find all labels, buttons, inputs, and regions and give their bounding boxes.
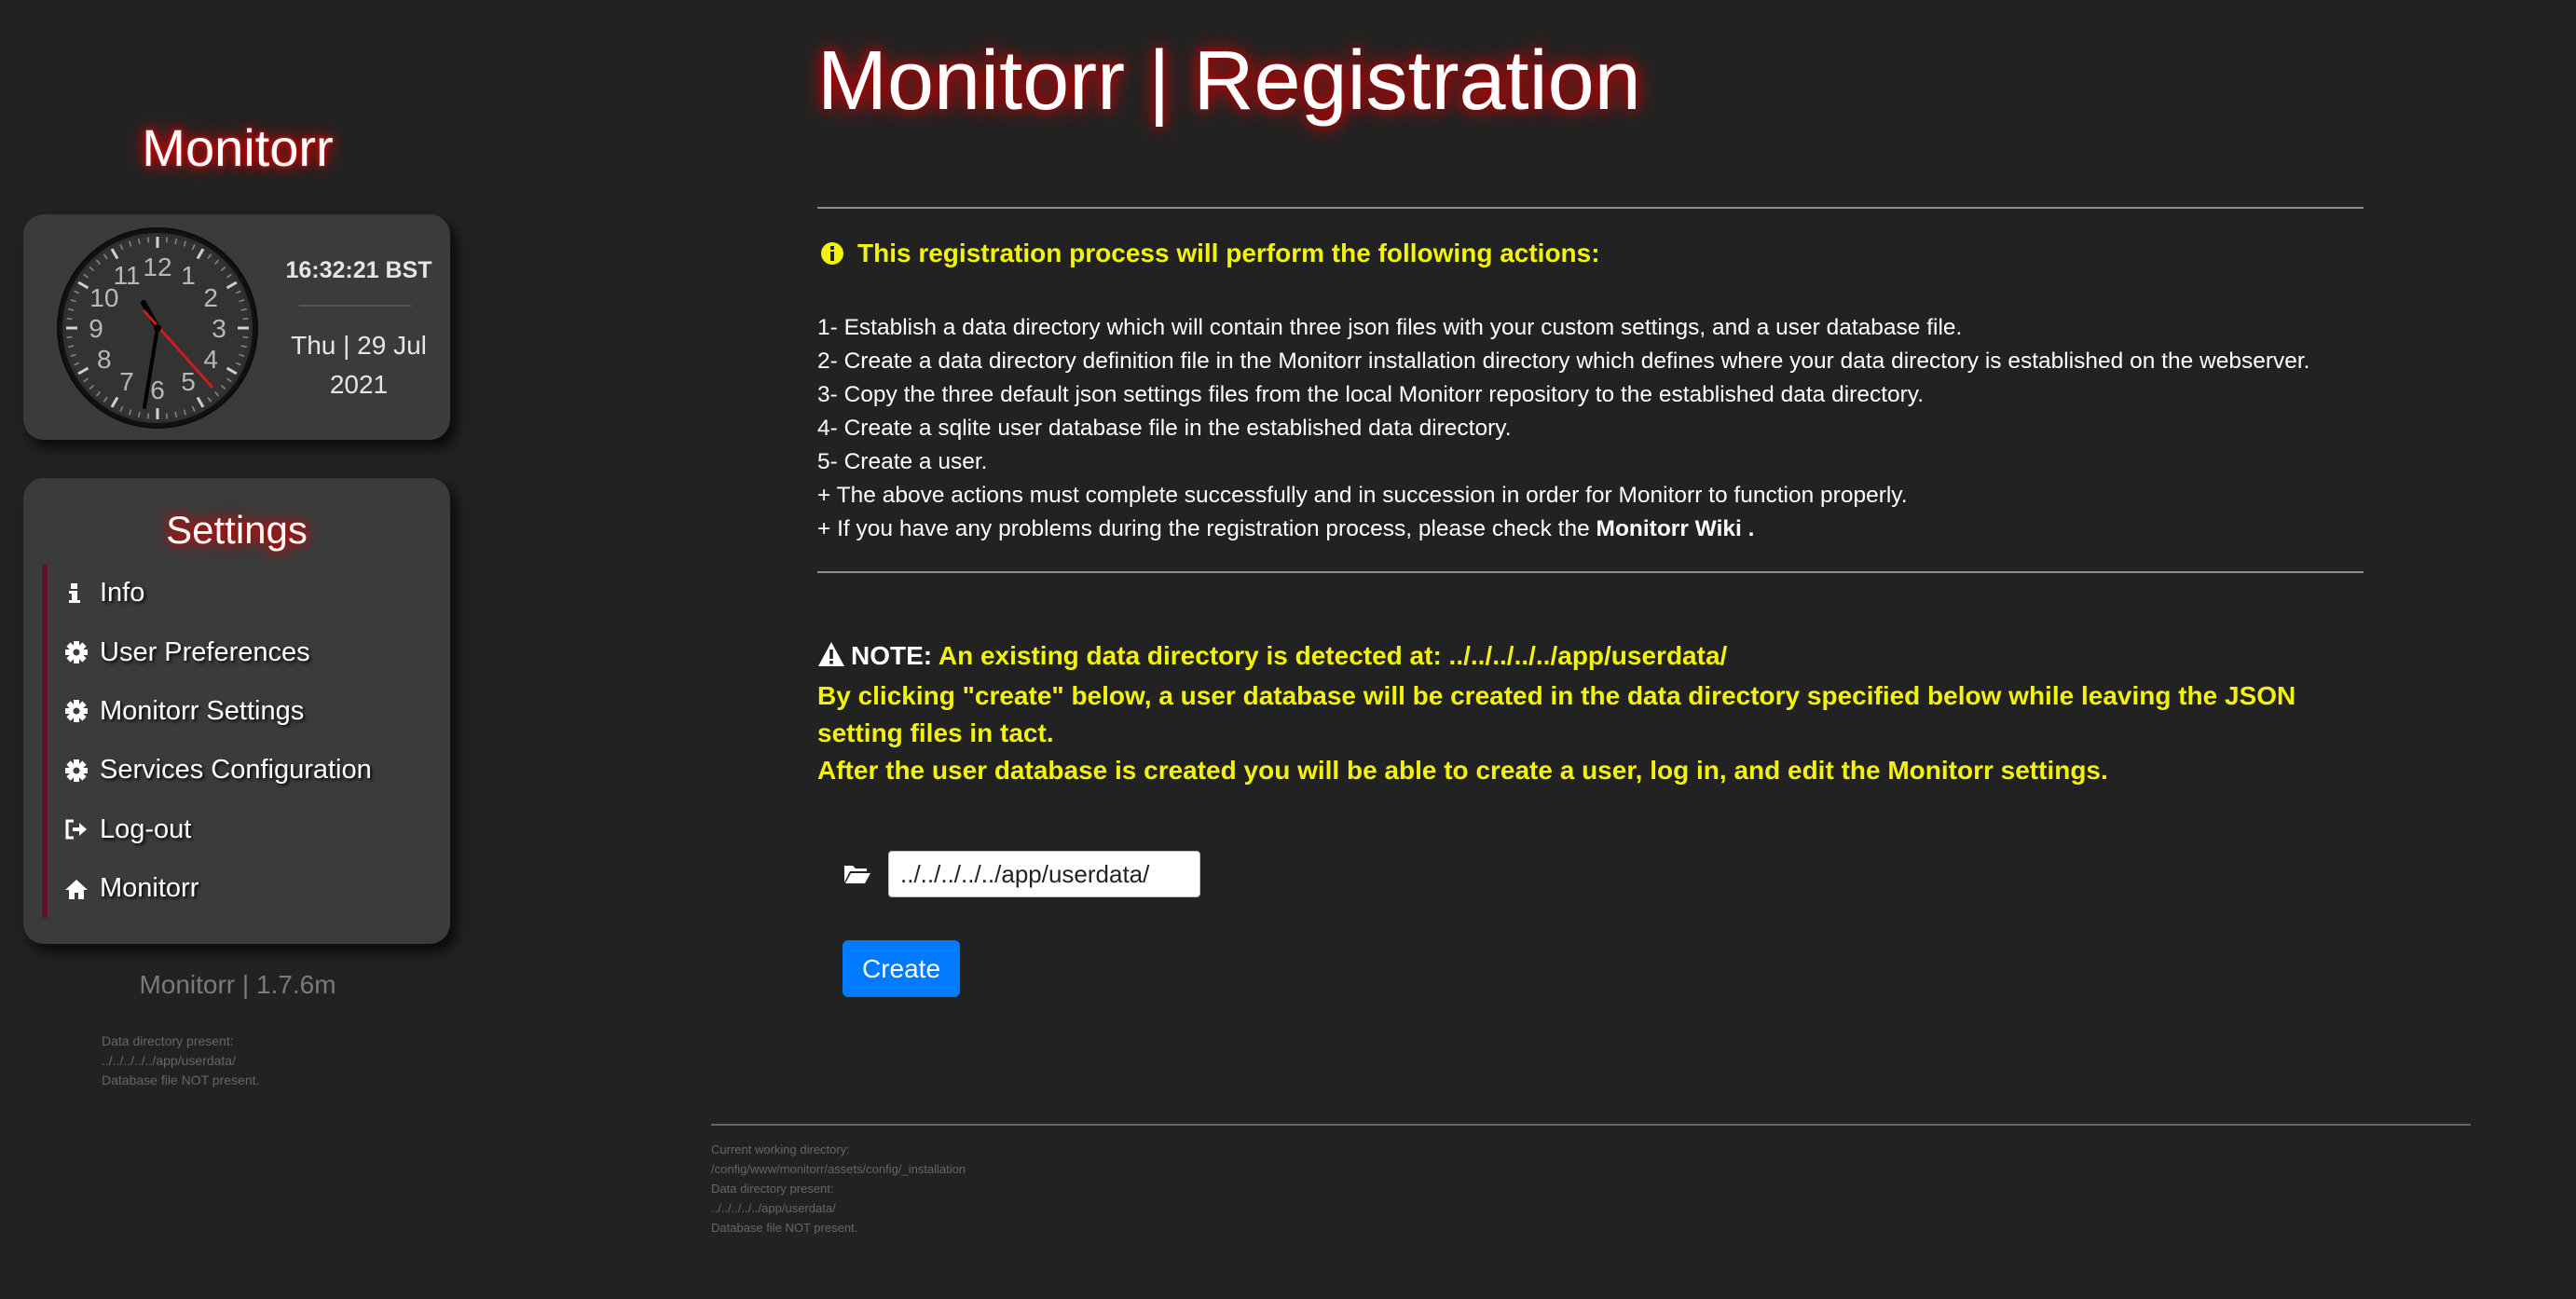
footer-info: Current working directory: /config/www/m… <box>711 1140 966 1237</box>
warning-icon <box>817 640 845 677</box>
clock-numeral: 6 <box>150 376 165 404</box>
settings-panel: Settings Info User Preferences Monitorr … <box>23 478 450 944</box>
footer-line: Data directory present: <box>711 1182 834 1196</box>
action-item: 1- Establish a data directory which will… <box>817 315 1963 340</box>
info-heading: This registration process will perform t… <box>820 239 1600 268</box>
footer-line: Database file NOT present. <box>711 1221 858 1235</box>
sidebar-item-label: Services Configuration <box>100 755 372 786</box>
sidebar-item-label: Monitorr <box>100 873 199 904</box>
clock-date-line2: 2021 <box>329 370 389 399</box>
version-label: Monitorr | 1.7.6m <box>139 970 336 999</box>
sidebar-item-label: Monitorr Settings <box>100 695 305 726</box>
clock-tick <box>165 237 168 243</box>
note-block: NOTE: An existing data directory is dete… <box>817 637 2364 789</box>
clock-numeral: 4 <box>203 345 218 374</box>
sidebar-item-label: Info <box>100 578 145 608</box>
info-icon <box>64 582 100 605</box>
note-line2: By clicking "create" below, a user datab… <box>817 681 2296 747</box>
clock-digital-time: 16:32:21 BST <box>285 257 432 283</box>
action-item: + The above actions must complete succes… <box>817 483 1908 508</box>
sidebar-item-services-configuration[interactable]: Services Configuration <box>48 741 430 800</box>
info-line: Data directory present: <box>102 1033 234 1048</box>
settings-menu: Info User Preferences Monitorr Settings … <box>42 564 430 919</box>
clock-divider <box>299 305 411 307</box>
note-label: NOTE: <box>851 641 933 670</box>
info-circle-icon <box>820 241 844 266</box>
clock-numeral: 3 <box>212 314 226 343</box>
data-directory-input[interactable] <box>888 851 1200 897</box>
sidebar-item-monitorr-settings[interactable]: Monitorr Settings <box>48 682 430 741</box>
clock-tick <box>147 413 150 419</box>
clock-tick <box>242 318 249 321</box>
sidebar-item-monitorr[interactable]: Monitorr <box>48 859 430 918</box>
info-line: ../../../../../app/userdata/ <box>102 1053 236 1068</box>
sidebar-item-user-preferences[interactable]: User Preferences <box>48 622 430 681</box>
clock-panel: 12 1 2 3 4 5 6 7 8 9 10 11 16:32:21 BST Thu | 29 Ju… <box>23 214 450 440</box>
clock-numeral: 8 <box>97 345 112 374</box>
clock-tick <box>165 413 168 419</box>
clock-numeral: 2 <box>203 283 218 312</box>
create-button[interactable]: Create <box>843 940 960 997</box>
settings-title: Settings <box>166 508 308 552</box>
note-line3: After the user database is created you w… <box>817 756 2108 785</box>
footer-line: ../../../../../app/userdata/ <box>711 1201 836 1215</box>
sign-out-icon <box>64 818 100 841</box>
divider-top <box>817 207 2364 209</box>
wiki-line: + If you have any problems during the re… <box>817 513 2309 546</box>
wiki-prefix: + If you have any problems during the re… <box>817 516 1590 541</box>
actions-list: 1- Establish a data directory which will… <box>817 311 2309 546</box>
sidebar-item-label: User Preferences <box>100 636 310 667</box>
action-item: 4- Create a sqlite user database file in… <box>817 416 1512 441</box>
analog-clock: 12 1234567891011 <box>57 227 258 429</box>
footer-line: /config/www/monitorr/assets/config/_inst… <box>711 1162 966 1176</box>
clock-numeral: 12 <box>143 253 171 281</box>
action-item: 2- Create a data directory definition fi… <box>817 349 2310 374</box>
gear-icon <box>64 640 100 664</box>
sidebar-directory-info: Data directory present: ../../../../../a… <box>102 1032 259 1090</box>
sidebar-item-log-out[interactable]: Log-out <box>48 800 430 859</box>
clock-numeral: 7 <box>119 367 134 396</box>
clock-numeral: 11 <box>113 261 140 290</box>
footer-line: Current working directory: <box>711 1142 850 1156</box>
directory-row <box>843 851 1200 897</box>
clock-date-line1: Thu | 29 Jul <box>291 331 427 360</box>
divider-middle <box>817 571 2364 573</box>
clock-numeral: 5 <box>181 367 196 396</box>
sidebar-brand-title: Monitorr <box>142 118 334 177</box>
clock-numeral: 9 <box>89 314 103 343</box>
divider-footer <box>711 1124 2471 1126</box>
note-detected-text: An existing data directory is detected a… <box>938 641 1728 670</box>
folder-open-icon <box>843 863 871 885</box>
clock-tick <box>66 335 73 338</box>
clock-numeral: 1 <box>181 261 196 290</box>
gear-icon <box>64 759 100 783</box>
clock-tick <box>242 335 249 338</box>
info-line: Database file NOT present. <box>102 1073 260 1087</box>
clock-tick <box>66 318 73 321</box>
gear-icon <box>64 699 100 723</box>
sidebar-item-info[interactable]: Info <box>48 564 430 622</box>
page-title: Monitorr | Registration <box>817 34 1641 128</box>
action-item: 3- Copy the three default json settings … <box>817 382 1925 407</box>
sidebar-item-label: Log-out <box>100 814 192 844</box>
home-icon <box>64 878 100 900</box>
info-heading-text: This registration process will perform t… <box>857 239 1600 267</box>
clock-tick <box>147 237 150 243</box>
clock-date: Thu | 29 Jul 2021 <box>277 326 441 404</box>
wiki-link[interactable]: Monitorr Wiki . <box>1596 516 1755 541</box>
note-line1: NOTE: An existing data directory is dete… <box>817 637 2364 677</box>
action-item: 5- Create a user. <box>817 449 988 474</box>
